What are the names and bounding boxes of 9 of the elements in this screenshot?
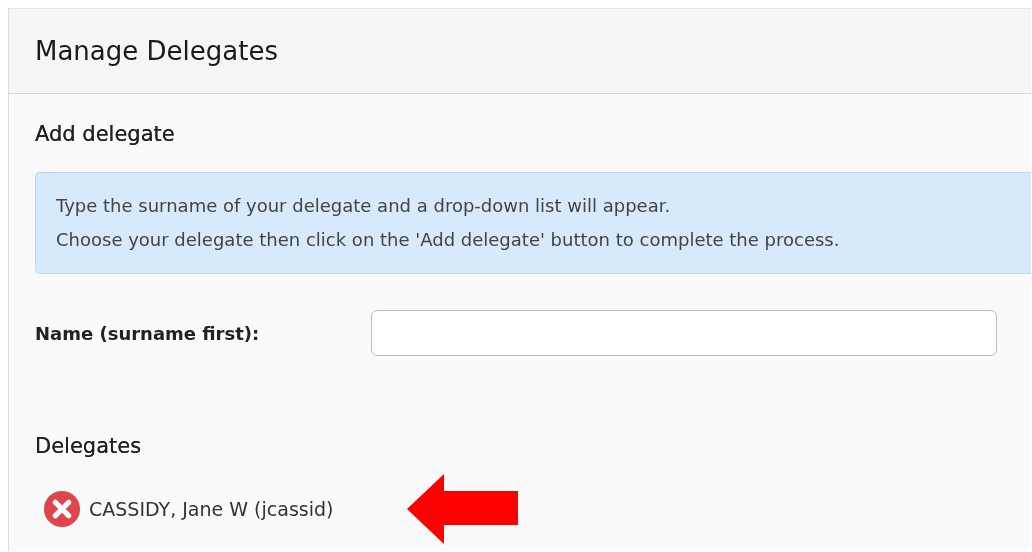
info-text: Type the surname of your delegate and a drop-down list will appear.: [56, 194, 671, 218]
panel-title: Manage Delegates: [35, 36, 278, 66]
remove-icon[interactable]: [43, 490, 81, 528]
info-text: Choose your delegate then click on the 'Add delegate' button to complete the process.: [56, 228, 840, 252]
field-label: Name (surname first):: [35, 322, 261, 344]
section-heading: Delegates: [35, 434, 143, 458]
name-input-field[interactable]: [371, 310, 997, 356]
delegate-name: CASSIDY, Jane W (jcassid): [89, 498, 334, 520]
section-heading: Add delegate: [35, 122, 176, 146]
